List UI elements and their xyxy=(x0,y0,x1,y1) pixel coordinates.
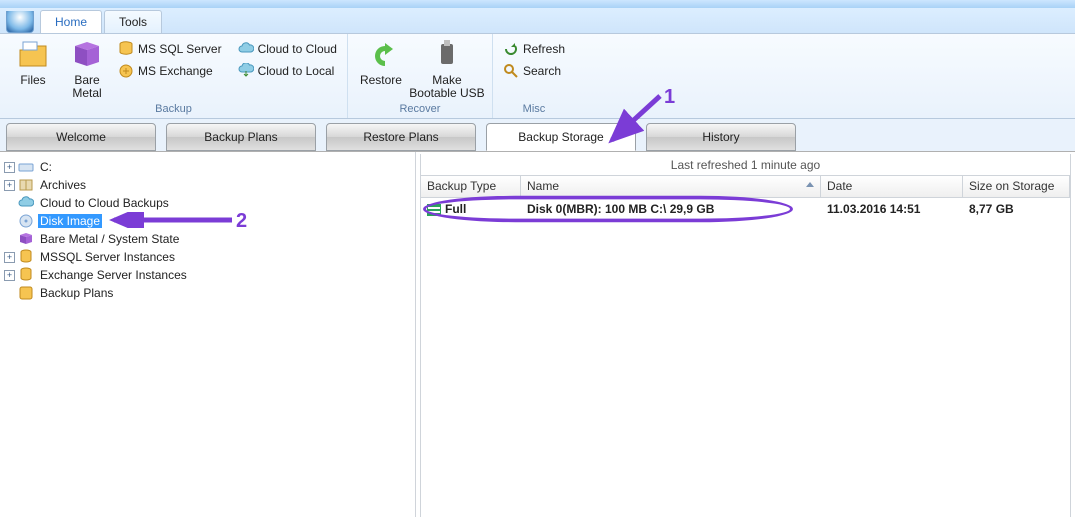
group-recover-caption: Recover xyxy=(354,102,486,118)
tree-item-mssql-instances[interactable]: + MSSQL Server Instances xyxy=(4,248,411,266)
cloud-icon xyxy=(238,41,254,57)
bootable-usb-button[interactable]: Make Bootable USB xyxy=(408,36,486,102)
restore-button[interactable]: Restore xyxy=(354,36,408,102)
refresh-button[interactable]: Refresh xyxy=(499,38,569,60)
title-bar xyxy=(0,0,1075,8)
expand-icon[interactable]: + xyxy=(4,180,15,191)
database-icon xyxy=(18,249,34,265)
tree-item-cloud-backups[interactable]: Cloud to Cloud Backups xyxy=(4,194,411,212)
bare-metal-icon xyxy=(71,40,103,72)
sort-asc-icon xyxy=(806,182,814,187)
header-backup-type[interactable]: Backup Type xyxy=(421,176,521,197)
ribbon-group-recover: Restore Make Bootable USB Recover xyxy=(348,34,493,118)
exchange-icon xyxy=(118,63,134,79)
header-name[interactable]: Name xyxy=(521,176,821,197)
cell-name: Disk 0(MBR): 100 MB C:\ 29,9 GB xyxy=(521,200,821,218)
exchange-button[interactable]: MS Exchange xyxy=(114,60,226,82)
plans-icon xyxy=(18,285,34,301)
search-icon xyxy=(503,63,519,79)
header-date[interactable]: Date xyxy=(821,176,963,197)
last-refreshed-bar: Last refreshed 1 minute ago xyxy=(420,154,1071,176)
cloud-to-cloud-button[interactable]: Cloud to Cloud xyxy=(234,38,341,60)
full-backup-icon xyxy=(427,204,441,216)
files-button[interactable]: Files xyxy=(6,36,60,102)
archive-icon xyxy=(18,177,34,193)
ribbon: Files Bare Metal MS SQL Server MS Exchan… xyxy=(0,34,1075,119)
bare-metal-button[interactable]: Bare Metal xyxy=(60,36,114,102)
refresh-label: Refresh xyxy=(523,42,565,56)
expand-icon[interactable]: + xyxy=(4,270,15,281)
navtab-restore-plans[interactable]: Restore Plans xyxy=(326,123,476,151)
tab-home[interactable]: Home xyxy=(40,10,102,33)
cloud-to-local-button[interactable]: Cloud to Local xyxy=(234,60,341,82)
usb-icon xyxy=(431,40,463,72)
main-split: + C: + Archives Cloud to Cloud Backups D… xyxy=(0,152,1075,517)
cell-backup-type: Full xyxy=(421,200,521,218)
cloud-down-icon xyxy=(238,63,254,79)
cell-size: 8,77 GB xyxy=(963,200,1070,218)
header-size[interactable]: Size on Storage xyxy=(963,176,1070,197)
cell-date: 11.03.2016 14:51 xyxy=(821,200,963,218)
group-misc-caption: Misc xyxy=(499,102,569,118)
cloud-icon xyxy=(18,195,34,211)
ribbon-group-misc: Refresh Search Misc xyxy=(493,34,575,118)
tree-item-bare-metal[interactable]: Bare Metal / System State xyxy=(4,230,411,248)
tree-item-c[interactable]: + C: xyxy=(4,158,411,176)
navtab-backup-storage[interactable]: Backup Storage xyxy=(486,123,636,151)
tree-item-disk-image[interactable]: Disk Image xyxy=(4,212,411,230)
folder-icon xyxy=(17,40,49,72)
expand-icon[interactable]: + xyxy=(4,252,15,263)
mssql-button[interactable]: MS SQL Server xyxy=(114,38,226,60)
navtab-backup-plans[interactable]: Backup Plans xyxy=(166,123,316,151)
search-label: Search xyxy=(523,64,561,78)
refresh-icon xyxy=(503,41,519,57)
cloud-to-cloud-label: Cloud to Cloud xyxy=(258,42,337,56)
navtab-welcome[interactable]: Welcome xyxy=(6,123,156,151)
right-pane: Last refreshed 1 minute ago Backup Type … xyxy=(416,152,1075,517)
nav-tab-strip: Welcome Backup Plans Restore Plans Backu… xyxy=(0,119,1075,152)
restore-label: Restore xyxy=(360,74,402,87)
expand-icon[interactable]: + xyxy=(4,162,15,173)
grid-row[interactable]: Full Disk 0(MBR): 100 MB C:\ 29,9 GB 11.… xyxy=(421,198,1070,220)
tab-tools[interactable]: Tools xyxy=(104,10,162,33)
restore-icon xyxy=(365,40,397,72)
exchange-label: MS Exchange xyxy=(138,64,213,78)
group-backup-caption: Backup xyxy=(6,102,341,118)
search-button[interactable]: Search xyxy=(499,60,569,82)
bootable-usb-label: Make Bootable USB xyxy=(409,74,484,100)
tree-item-exchange-instances[interactable]: + Exchange Server Instances xyxy=(4,266,411,284)
database-icon xyxy=(118,41,134,57)
backup-grid[interactable]: Backup Type Name Date Size on Storage Fu… xyxy=(420,176,1071,517)
ribbon-group-backup: Files Bare Metal MS SQL Server MS Exchan… xyxy=(0,34,348,118)
exchange-icon xyxy=(18,267,34,283)
storage-tree[interactable]: + C: + Archives Cloud to Cloud Backups D… xyxy=(0,152,416,517)
cloud-to-local-label: Cloud to Local xyxy=(258,64,335,78)
drive-icon xyxy=(18,159,34,175)
bare-metal-icon xyxy=(18,231,34,247)
files-label: Files xyxy=(20,74,45,87)
bare-metal-label: Bare Metal xyxy=(72,74,101,100)
disk-image-icon xyxy=(18,213,34,229)
tree-item-archives[interactable]: + Archives xyxy=(4,176,411,194)
tree-item-backup-plans[interactable]: Backup Plans xyxy=(4,284,411,302)
mssql-label: MS SQL Server xyxy=(138,42,222,56)
grid-header: Backup Type Name Date Size on Storage xyxy=(421,176,1070,198)
app-menu-orb[interactable] xyxy=(6,11,34,33)
navtab-history[interactable]: History xyxy=(646,123,796,151)
ribbon-tab-strip: Home Tools xyxy=(0,8,1075,34)
